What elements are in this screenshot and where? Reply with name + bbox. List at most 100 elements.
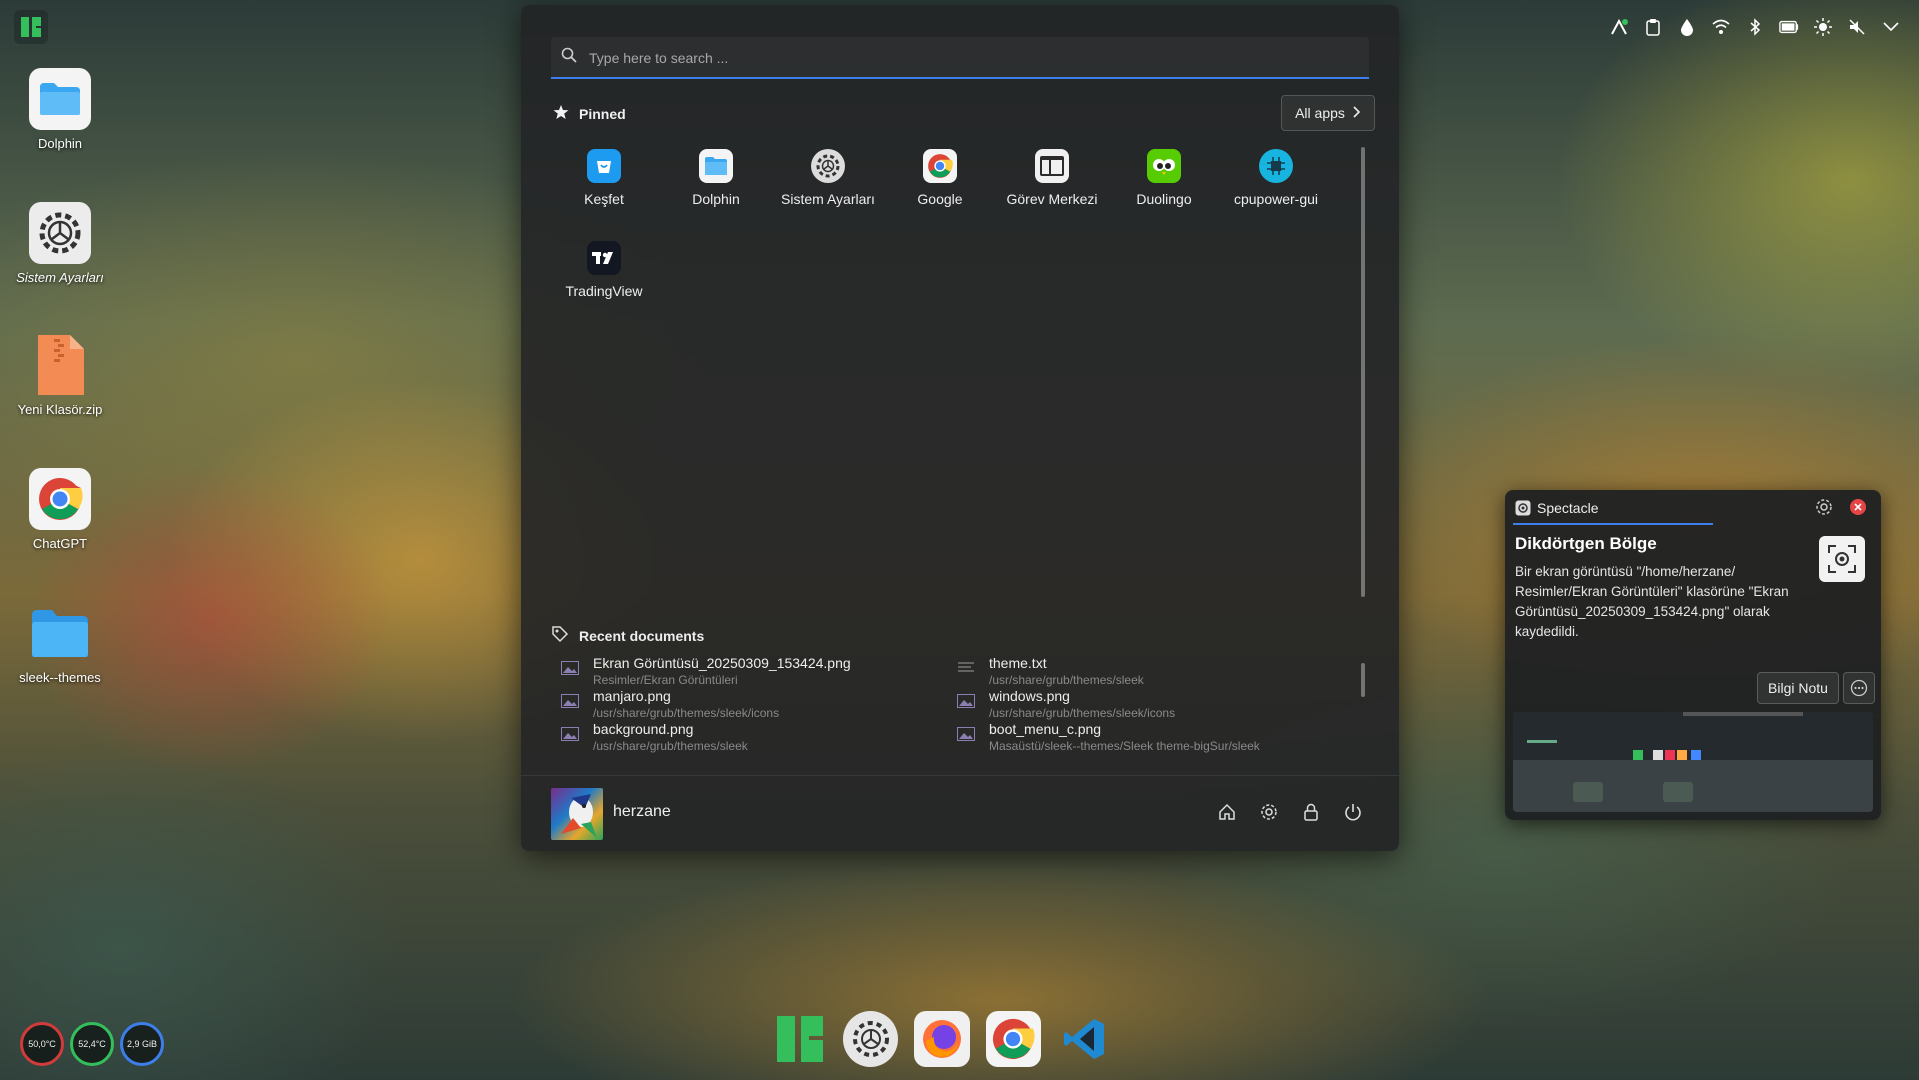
folder-icon bbox=[29, 68, 91, 130]
recent-document-item[interactable]: Ekran Görüntüsü_20250309_153424.png Resi… bbox=[561, 655, 931, 687]
document-name: background.png bbox=[593, 721, 694, 737]
document-path: /usr/share/grub/themes/sleek/icons bbox=[989, 706, 1176, 720]
droplet-icon[interactable] bbox=[1677, 17, 1697, 37]
close-icon[interactable] bbox=[1849, 498, 1867, 521]
pinned-app-label: Sistem Ayarları bbox=[781, 191, 875, 207]
firefox-icon[interactable] bbox=[914, 1011, 970, 1067]
pinned-app-dolphin[interactable]: Dolphin bbox=[660, 149, 772, 207]
desktop-icon-chatgpt[interactable]: ChatGPT bbox=[6, 468, 114, 551]
home-icon[interactable] bbox=[1217, 802, 1237, 822]
more-options-icon[interactable] bbox=[1843, 672, 1875, 704]
image-file-icon bbox=[957, 694, 975, 708]
settings-icon bbox=[811, 149, 845, 183]
recent-document-item[interactable]: boot_menu_c.png Masaüstü/sleek--themes/S… bbox=[957, 721, 1327, 753]
memory-gauge[interactable]: 2,9 GiB bbox=[120, 1022, 164, 1066]
pinned-header: Pinned bbox=[553, 104, 626, 123]
document-path: /usr/share/grub/themes/sleek/icons bbox=[593, 706, 780, 720]
document-path: /usr/share/grub/themes/sleek bbox=[989, 673, 1144, 687]
image-file-icon bbox=[957, 727, 975, 741]
bilgi-notu-button[interactable]: Bilgi Notu bbox=[1757, 672, 1839, 704]
settings-icon bbox=[29, 202, 91, 264]
manjaro-logo-icon[interactable] bbox=[14, 10, 48, 44]
desktop-icon-dolphin[interactable]: Dolphin bbox=[6, 68, 114, 151]
mute-icon[interactable] bbox=[1847, 17, 1867, 37]
notification-app-name: Spectacle bbox=[1537, 500, 1599, 516]
pinned-app-label: Duolingo bbox=[1136, 191, 1192, 207]
cpu-temp-gauge[interactable]: 50,0°C bbox=[20, 1022, 64, 1066]
launcher-footer: herzane bbox=[521, 775, 1399, 852]
recent-document-item[interactable]: manjaro.png /usr/share/grub/themes/sleek… bbox=[561, 688, 931, 720]
cpu-icon bbox=[1259, 149, 1293, 183]
pinned-app-duolingo[interactable]: Duolingo bbox=[1108, 149, 1220, 207]
desktop-icon-settings[interactable]: Sistem Ayarları bbox=[6, 202, 114, 285]
document-name: Ekran Görüntüsü_20250309_153424.png bbox=[593, 655, 851, 671]
settings-icon[interactable] bbox=[843, 1011, 899, 1067]
gpu-temp-gauge[interactable]: 52,4°C bbox=[70, 1022, 114, 1066]
pinned-title: Pinned bbox=[579, 105, 626, 122]
chevron-right-icon bbox=[1353, 105, 1361, 121]
settings-gear-icon[interactable] bbox=[1259, 802, 1279, 822]
all-apps-button[interactable]: All apps bbox=[1281, 95, 1375, 131]
recent-document-item[interactable]: windows.png /usr/share/grub/themes/sleek… bbox=[957, 688, 1327, 720]
application-launcher: Pinned All apps Keşfet Dolphin Sistem Ay… bbox=[521, 5, 1399, 851]
pinned-app-tradingview[interactable]: TradingView bbox=[548, 241, 660, 299]
search-box[interactable] bbox=[551, 37, 1369, 79]
clipboard-icon[interactable] bbox=[1643, 17, 1663, 37]
notification-popup: Spectacle Dikdörtgen Bölge Bir ekran gör… bbox=[1505, 490, 1881, 820]
desktop-icon-sleek-themes[interactable]: sleek--themes bbox=[6, 602, 114, 685]
screenshot-icon[interactable] bbox=[1819, 536, 1865, 582]
pinned-app-google[interactable]: Google bbox=[884, 149, 996, 207]
document-path: Masaüstü/sleek--themes/Sleek theme-bigSu… bbox=[989, 739, 1260, 753]
image-file-icon bbox=[561, 694, 579, 708]
manjaro-icon[interactable] bbox=[772, 1011, 827, 1067]
tag-icon bbox=[551, 625, 569, 646]
search-input[interactable] bbox=[587, 45, 1351, 71]
desktop-icon-label: Sistem Ayarları bbox=[16, 270, 104, 285]
pinned-app-sistem-ayarlari[interactable]: Sistem Ayarları bbox=[772, 149, 884, 207]
bluetooth-icon[interactable] bbox=[1745, 17, 1765, 37]
notification-body: Bir ekran görüntüsü "/home/herzane/ Resi… bbox=[1515, 564, 1789, 639]
screenshot-preview[interactable] bbox=[1513, 712, 1873, 812]
pinned-scrollbar[interactable] bbox=[1361, 147, 1365, 597]
vscode-icon[interactable] bbox=[1057, 1011, 1112, 1067]
power-icon[interactable] bbox=[1343, 802, 1363, 822]
pinned-app-kesfet[interactable]: Keşfet bbox=[548, 149, 660, 207]
pinned-app-label: Dolphin bbox=[692, 191, 740, 207]
chrome-icon[interactable] bbox=[985, 1011, 1041, 1067]
chevron-down-icon[interactable] bbox=[1881, 17, 1901, 37]
desktop-icon-zip[interactable]: Yeni Klasör.zip bbox=[6, 334, 114, 417]
duolingo-icon bbox=[1147, 149, 1181, 183]
document-name: windows.png bbox=[989, 688, 1070, 704]
image-file-icon bbox=[561, 661, 579, 675]
pinned-app-label: cpupower-gui bbox=[1233, 191, 1319, 207]
recent-document-item[interactable]: background.png /usr/share/grub/themes/sl… bbox=[561, 721, 931, 753]
task-manager-icon bbox=[1035, 149, 1069, 183]
lock-icon[interactable] bbox=[1301, 802, 1321, 822]
notification-settings-icon[interactable] bbox=[1815, 498, 1833, 521]
chrome-icon bbox=[29, 468, 91, 530]
document-path: /usr/share/grub/themes/sleek bbox=[593, 739, 748, 753]
wifi-icon[interactable] bbox=[1711, 17, 1731, 37]
chrome-icon bbox=[923, 149, 957, 183]
notification-header: Spectacle bbox=[1505, 490, 1881, 525]
pinned-app-gorev-merkezi[interactable]: Görev Merkezi bbox=[996, 149, 1108, 207]
document-name: manjaro.png bbox=[593, 688, 671, 704]
recent-document-item[interactable]: theme.txt /usr/share/grub/themes/sleek bbox=[957, 655, 1327, 687]
recent-documents-scrollbar[interactable] bbox=[1361, 663, 1365, 697]
desktop-icon-label: Dolphin bbox=[37, 136, 83, 151]
network-activity-icon[interactable] bbox=[1609, 17, 1629, 37]
brightness-icon[interactable] bbox=[1813, 17, 1833, 37]
folder-icon bbox=[29, 602, 91, 664]
avatar[interactable] bbox=[551, 788, 603, 840]
desktop-icon-label: ChatGPT bbox=[32, 536, 88, 551]
zip-archive-icon bbox=[29, 334, 91, 396]
image-file-icon bbox=[561, 727, 579, 741]
document-name: boot_menu_c.png bbox=[989, 721, 1102, 737]
system-monitor-widget: 50,0°C 52,4°C 2,9 GiB bbox=[20, 1022, 164, 1066]
document-path: Resimler/Ekran Görüntüleri bbox=[593, 673, 738, 687]
text-file-icon bbox=[957, 661, 975, 675]
document-name: theme.txt bbox=[989, 655, 1047, 671]
battery-icon[interactable] bbox=[1779, 17, 1799, 37]
folder-icon bbox=[699, 149, 733, 183]
pinned-app-cpupower-gui[interactable]: cpupower-gui bbox=[1220, 149, 1332, 207]
